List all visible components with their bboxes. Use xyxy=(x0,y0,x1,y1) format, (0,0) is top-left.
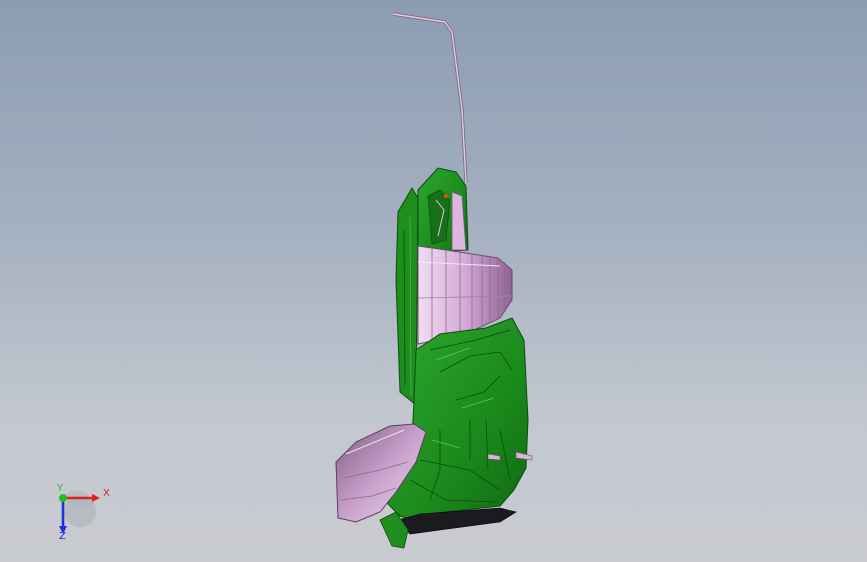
wire-rod[interactable] xyxy=(392,12,468,183)
axis-x-label: X xyxy=(103,488,110,499)
y-axis-dot xyxy=(59,494,67,502)
coordinate-triad: X Y Z xyxy=(40,478,120,548)
3d-model-render[interactable] xyxy=(0,0,867,562)
axis-y-label: Y xyxy=(57,483,64,494)
graphics-viewport[interactable]: X Y Z xyxy=(0,0,867,562)
axis-z-label: Z xyxy=(59,531,66,542)
